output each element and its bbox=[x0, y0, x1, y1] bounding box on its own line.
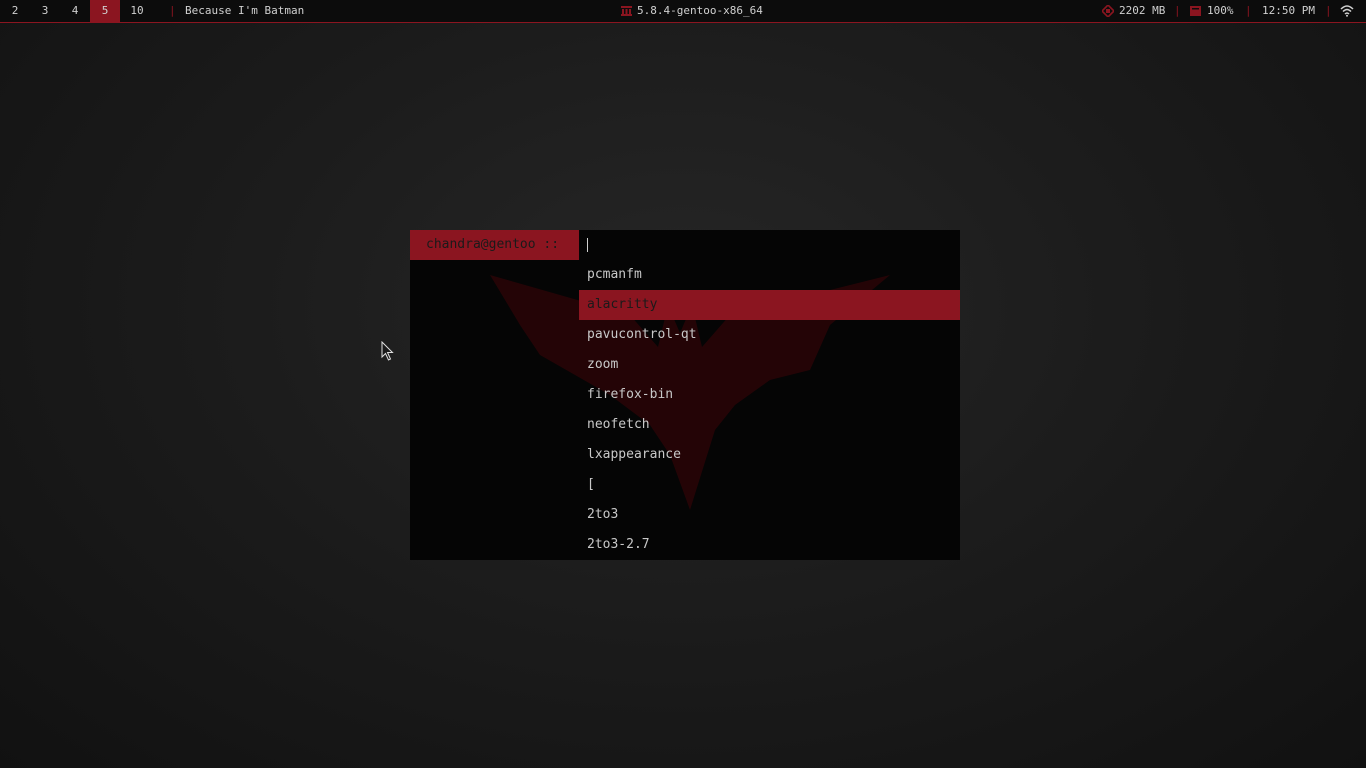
workspace-5[interactable]: 5 bbox=[90, 0, 120, 22]
result-item-neofetch[interactable]: neofetch bbox=[579, 410, 960, 440]
battery-level: 100% bbox=[1207, 4, 1234, 17]
launcher-search-input[interactable] bbox=[579, 230, 960, 260]
separator: | bbox=[1325, 4, 1332, 17]
memory-chip-icon bbox=[1102, 5, 1114, 17]
separator: | bbox=[1174, 4, 1181, 17]
result-item-alacritty[interactable]: alacritty bbox=[579, 290, 960, 320]
text-caret bbox=[587, 238, 588, 252]
wifi-icon[interactable] bbox=[1340, 4, 1354, 17]
result-item-zoom[interactable]: zoom bbox=[579, 350, 960, 380]
kernel-version: 5.8.4-gentoo-x86_64 bbox=[637, 4, 763, 17]
launcher-results-list: pcmanfm alacritty pavucontrol-qt zoom fi… bbox=[579, 260, 960, 560]
result-item-2to3[interactable]: 2to3 bbox=[579, 500, 960, 530]
battery-icon bbox=[1190, 6, 1201, 16]
result-item-2to3-2-7[interactable]: 2to3-2.7 bbox=[579, 530, 960, 560]
window-title: Because I'm Batman bbox=[185, 4, 305, 17]
top-bar: 2 3 4 5 10 | Because I'm Batman 5.8.4-ge… bbox=[0, 0, 1366, 23]
mouse-pointer-icon bbox=[381, 341, 394, 361]
memory-usage: 2202 MB bbox=[1119, 4, 1166, 17]
gentoo-icon bbox=[621, 6, 632, 16]
result-item-bracket[interactable]: [ bbox=[579, 470, 960, 500]
workspace-10[interactable]: 10 bbox=[122, 0, 152, 22]
workspace-2[interactable]: 2 bbox=[0, 0, 30, 22]
separator: | bbox=[169, 4, 176, 17]
app-launcher: chandra@gentoo :: pcmanfm alacritty pavu… bbox=[410, 230, 960, 560]
workspace-4[interactable]: 4 bbox=[60, 0, 90, 22]
result-item-lxappearance[interactable]: lxappearance bbox=[579, 440, 960, 470]
result-item-firefox-bin[interactable]: firefox-bin bbox=[579, 380, 960, 410]
separator: | bbox=[1245, 4, 1252, 17]
workspace-3[interactable]: 3 bbox=[30, 0, 60, 22]
result-item-pavucontrol-qt[interactable]: pavucontrol-qt bbox=[579, 320, 960, 350]
result-item-pcmanfm[interactable]: pcmanfm bbox=[579, 260, 960, 290]
clock: 12:50 PM bbox=[1262, 4, 1315, 17]
launcher-prompt: chandra@gentoo :: bbox=[410, 230, 579, 260]
